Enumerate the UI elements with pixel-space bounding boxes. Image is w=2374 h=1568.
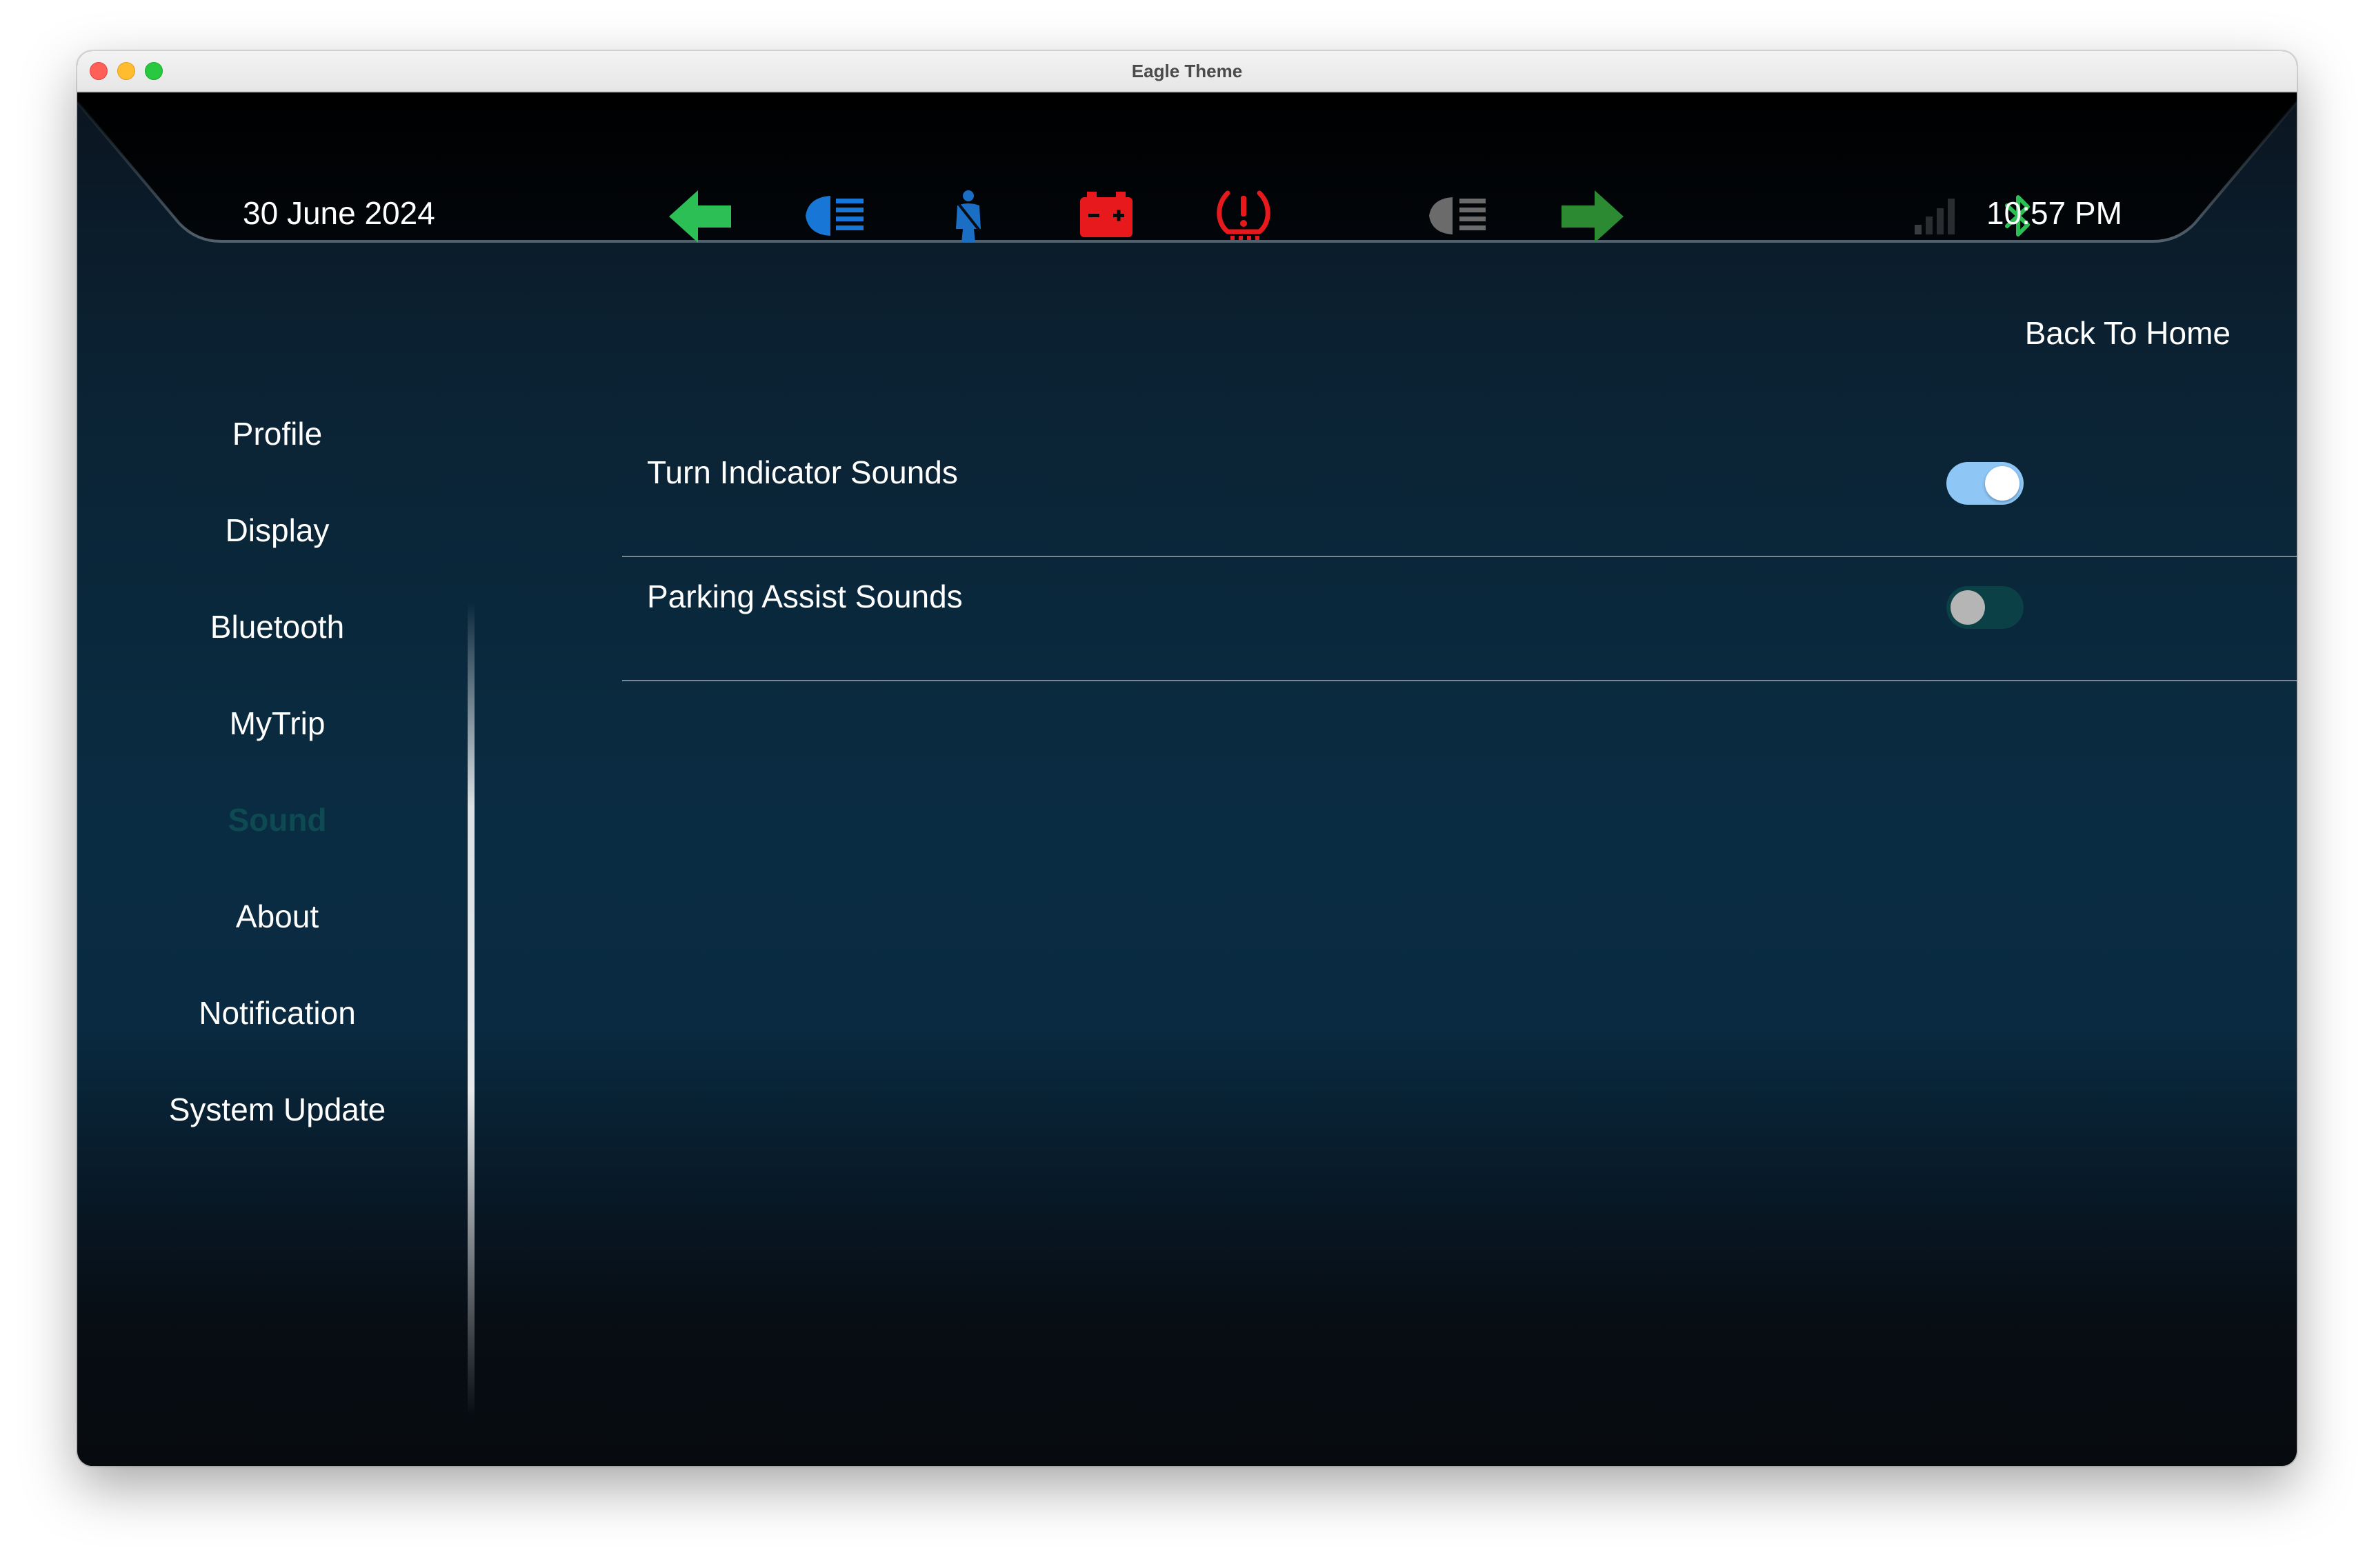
sidebar-item-profile[interactable]: Profile (77, 415, 477, 452)
high-beam-icon (806, 196, 864, 236)
app-window: Eagle Theme 30 June 2024 10:57 PM Profil… (77, 51, 2297, 1466)
parking-assist-sounds-toggle[interactable] (1946, 586, 2024, 629)
sidebar-item-bluetooth[interactable]: Bluetooth (77, 608, 477, 645)
low-beam-icon (1429, 197, 1486, 234)
title-bar: Eagle Theme (77, 51, 2297, 92)
sidebar-item-system-update[interactable]: System Update (77, 1091, 477, 1128)
dashboard-content: 30 June 2024 10:57 PM Profile Display Bl… (77, 92, 2297, 1466)
setting-label: Turn Indicator Sounds (647, 454, 958, 490)
right-turn-arrow-icon (1562, 190, 1624, 243)
status-banner (77, 92, 2297, 243)
sidebar-item-notification[interactable]: Notification (77, 994, 477, 1032)
clock-display: 10:57 PM (1986, 195, 2122, 231)
setting-row-turn-indicator-sounds: Turn Indicator Sounds (622, 433, 2297, 557)
signal-strength-icon (1915, 199, 1955, 234)
toggle-knob (1985, 466, 2019, 501)
seatbelt-icon (956, 190, 981, 243)
sidebar-item-display[interactable]: Display (77, 512, 477, 549)
window-title: Eagle Theme (1131, 61, 1243, 81)
toggle-knob (1951, 590, 1985, 625)
back-to-home-button[interactable]: Back To Home (2025, 314, 2231, 352)
date-display: 30 June 2024 (243, 195, 435, 231)
sidebar-divider (468, 603, 475, 1416)
battery-warning-icon (1080, 192, 1133, 237)
left-turn-arrow-icon (669, 190, 731, 243)
sidebar-item-mytrip[interactable]: MyTrip (77, 705, 477, 742)
sidebar-item-about[interactable]: About (77, 898, 477, 935)
tire-pressure-warning-icon (1217, 190, 1270, 240)
turn-indicator-sounds-toggle[interactable] (1946, 462, 2024, 505)
setting-row-parking-assist-sounds: Parking Assist Sounds (622, 557, 2297, 681)
setting-label: Parking Assist Sounds (647, 579, 963, 614)
sidebar-item-sound[interactable]: Sound (77, 801, 477, 838)
row-divider (622, 680, 2297, 681)
